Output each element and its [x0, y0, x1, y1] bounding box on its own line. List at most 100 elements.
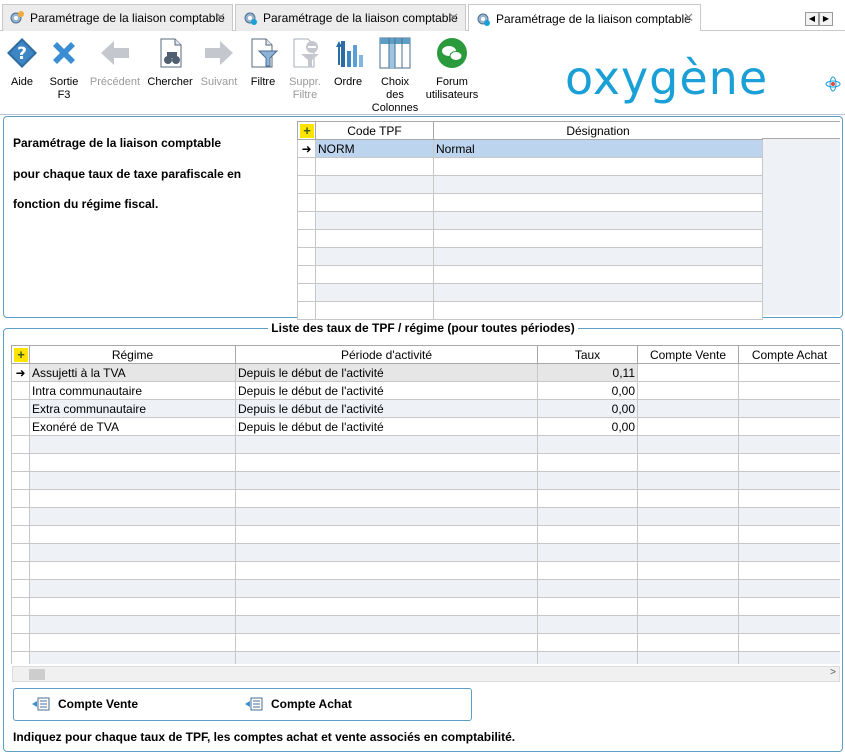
col-header-compte-achat[interactable]: Compte Achat [738, 345, 840, 364]
cell-periode[interactable]: Depuis le début de l'activité [235, 399, 538, 418]
horizontal-scrollbar[interactable]: > [12, 666, 840, 682]
table-row-empty[interactable] [11, 615, 840, 634]
col-header-taux[interactable]: Taux [537, 345, 638, 364]
cell-compte-vente[interactable] [637, 399, 739, 418]
col-header-code-tpf[interactable]: Code TPF [315, 121, 434, 140]
table-row-empty[interactable] [11, 489, 840, 508]
oxygene-logo: oxygène [565, 51, 769, 105]
table-row[interactable]: Exonéré de TVA Depuis le début de l'acti… [11, 417, 840, 436]
table-row-empty[interactable] [297, 229, 763, 248]
tab-liaison-3-active[interactable]: Paramétrage de la liaison comptable ✕ [468, 4, 701, 32]
aide-label: Aide [10, 76, 34, 88]
table-row[interactable]: ➜ Assujetti à la TVA Depuis le début de … [11, 363, 840, 382]
close-icon[interactable]: ✕ [448, 10, 459, 26]
table-row-empty[interactable] [11, 651, 840, 664]
cell-periode[interactable]: Depuis le début de l'activité [235, 363, 538, 382]
suivant-button[interactable]: Suivant [198, 37, 240, 89]
table-row-empty[interactable] [297, 211, 763, 230]
choix-colonnes-button[interactable]: Choix des Colonnes [370, 37, 420, 115]
cell-compte-achat[interactable] [738, 417, 840, 436]
list-title: Liste des taux de TPF / régime (pour tou… [4, 321, 842, 335]
table-row-empty[interactable] [297, 157, 763, 176]
toolbar: ? Aide Sortie F3 Précédent Chercher Suiv… [0, 31, 845, 115]
table-row-empty[interactable] [11, 525, 840, 544]
table-row-empty[interactable] [11, 579, 840, 598]
grid-add-row-button[interactable]: + [11, 345, 30, 364]
tab-liaison-2[interactable]: Paramétrage de la liaison comptable ✕ [235, 4, 466, 31]
scrollbar-thumb[interactable] [29, 669, 45, 680]
close-icon[interactable]: ✕ [215, 10, 226, 26]
table-row-empty[interactable] [11, 453, 840, 472]
forum-label-2: utilisateurs [425, 89, 479, 101]
sortie-button[interactable]: Sortie F3 [46, 37, 82, 102]
cell-periode[interactable]: Depuis le début de l'activité [235, 417, 538, 436]
atom-logo-icon [825, 76, 841, 92]
account-buttons-box: Compte Vente Compte Achat [13, 688, 472, 721]
compte-vente-label: Compte Vente [58, 697, 139, 711]
regime-grid: + Régime Période d'activité Taux Compte … [11, 345, 840, 664]
tab-scroll-right-icon[interactable]: ▶ [819, 12, 833, 26]
cell-compte-vente[interactable] [637, 363, 739, 382]
close-icon[interactable]: ✕ [683, 10, 694, 26]
col-header-regime[interactable]: Régime [29, 345, 236, 364]
table-row-empty[interactable] [11, 471, 840, 490]
forum-button[interactable]: Forum utilisateurs [424, 37, 480, 102]
table-row-empty[interactable] [297, 247, 763, 266]
cell-compte-achat[interactable] [738, 381, 840, 400]
grid-add-row-button[interactable]: + [297, 121, 316, 140]
table-row-empty[interactable] [11, 435, 840, 454]
table-row-empty[interactable] [11, 561, 840, 580]
filtre-label: Filtre [250, 76, 276, 88]
sortie-label: Sortie [49, 76, 79, 88]
cell-periode[interactable]: Depuis le début de l'activité [235, 381, 538, 400]
cell-code-tpf[interactable]: NORM [315, 139, 434, 158]
compte-achat-label: Compte Achat [271, 697, 352, 711]
tpf-grid: + Code TPF Désignation ➜ NORM Normal [297, 121, 763, 320]
filtre-button[interactable]: Filtre [246, 37, 280, 89]
tab-scroll-buttons: ◀ ▶ [805, 12, 833, 26]
table-row[interactable]: Extra communautaire Depuis le début de l… [11, 399, 840, 418]
cell-compte-vente[interactable] [637, 417, 739, 436]
add-row-icon: + [300, 123, 314, 138]
cell-regime[interactable]: Assujetti à la TVA [29, 363, 236, 382]
table-row-empty[interactable] [11, 633, 840, 652]
cell-compte-achat[interactable] [738, 399, 840, 418]
cell-designation[interactable]: Normal [433, 139, 763, 158]
table-row-empty[interactable] [11, 597, 840, 616]
table-row[interactable]: Intra communautaire Depuis le début de l… [11, 381, 840, 400]
table-row-empty[interactable] [297, 175, 763, 194]
tpf-panel: Paramétrage de la liaison comptable pour… [3, 116, 843, 320]
scroll-right-icon[interactable]: > [830, 667, 836, 678]
suppr-filtre-button[interactable]: Suppr. Filtre [284, 37, 326, 102]
tab-scroll-left-icon[interactable]: ◀ [805, 12, 819, 26]
ordre-button[interactable]: Ordre [330, 37, 366, 89]
table-row-empty[interactable] [297, 301, 763, 320]
cell-taux[interactable]: 0,00 [537, 399, 638, 418]
precedent-label: Précédent [89, 76, 141, 88]
table-row-empty[interactable] [11, 543, 840, 562]
aide-button[interactable]: ? Aide [4, 37, 40, 89]
tab-liaison-1[interactable]: Paramétrage de la liaison comptable ✕ [2, 4, 233, 31]
col-header-periode[interactable]: Période d'activité [235, 345, 538, 364]
precedent-button[interactable]: Précédent [88, 37, 142, 89]
col-header-compte-vente[interactable]: Compte Vente [637, 345, 739, 364]
cell-taux[interactable]: 0,00 [537, 417, 638, 436]
cell-taux[interactable]: 0,00 [537, 381, 638, 400]
suppr-label: Suppr. [289, 76, 321, 88]
table-row-empty[interactable] [297, 283, 763, 302]
cell-regime[interactable]: Intra communautaire [29, 381, 236, 400]
table-row[interactable]: ➜ NORM Normal [297, 139, 763, 158]
tab-bar: Paramétrage de la liaison comptable ✕ Pa… [0, 0, 845, 32]
chercher-button[interactable]: Chercher [146, 37, 194, 89]
col-header-designation[interactable]: Désignation [433, 121, 763, 140]
cell-regime[interactable]: Exonéré de TVA [29, 417, 236, 436]
compte-vente-button[interactable]: Compte Vente [32, 697, 138, 711]
cell-compte-vente[interactable] [637, 381, 739, 400]
cell-taux[interactable]: 0,11 [537, 363, 638, 382]
cell-compte-achat[interactable] [738, 363, 840, 382]
table-row-empty[interactable] [11, 507, 840, 526]
table-row-empty[interactable] [297, 265, 763, 284]
table-row-empty[interactable] [297, 193, 763, 212]
compte-achat-button[interactable]: Compte Achat [245, 697, 352, 711]
cell-regime[interactable]: Extra communautaire [29, 399, 236, 418]
